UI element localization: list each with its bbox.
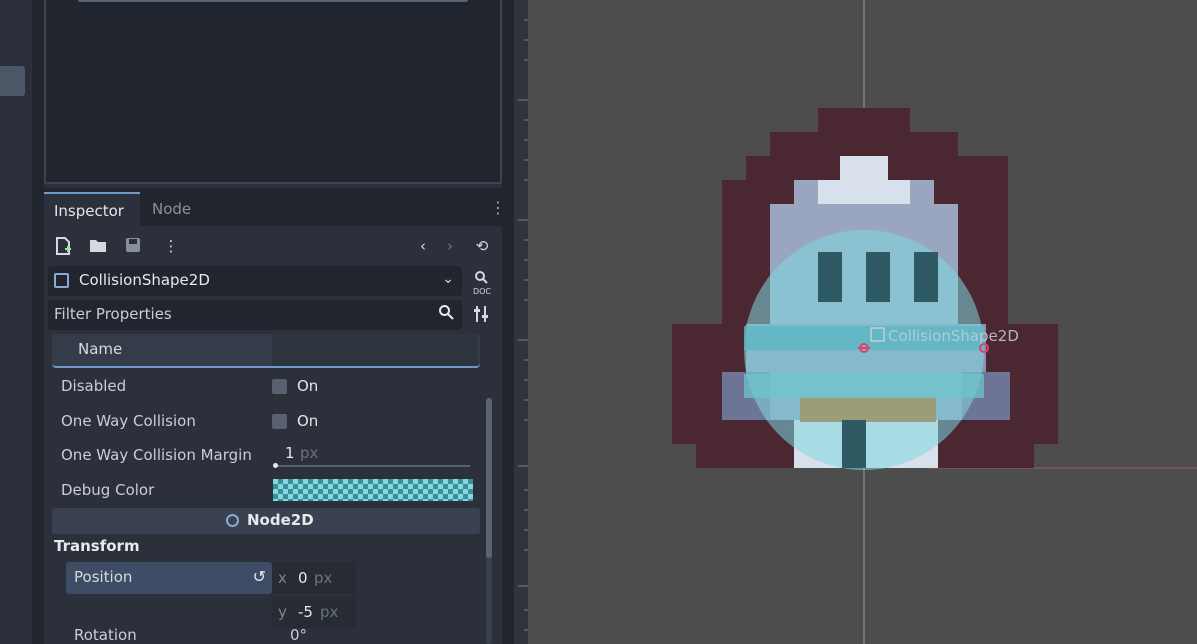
doc-help-icon[interactable]: DOC [472,270,492,296]
property-debug-color: Debug Color [52,474,480,508]
filter-placeholder: Filter Properties [54,305,172,323]
vertical-ruler [514,0,528,644]
disabled-value[interactable]: On [297,377,318,395]
scene-tree-scrollbar[interactable] [78,0,468,2]
property-tools-icon[interactable] [472,304,492,326]
rotation-number: 0 [290,626,300,644]
dock-tabs: Inspector Node ⋮ [44,188,506,226]
one-way-label: One Way Collision [61,412,196,430]
position-y-unit: px [320,603,339,621]
filter-properties-input[interactable]: Filter Properties [48,300,462,330]
one-way-checkbox[interactable] [272,414,287,429]
canvas-viewport[interactable]: CollisionShape2D [528,0,1197,644]
group-transform[interactable]: Transform [54,537,140,555]
rotation-unit: ° [299,626,308,644]
left-dock-tab[interactable] [0,66,25,96]
debug-color-swatch[interactable] [273,479,473,501]
open-folder-icon[interactable] [89,237,107,255]
shape-label: CollisionShape2D [888,327,1019,345]
tab-node[interactable]: Node [142,192,202,226]
dock-menu-icon[interactable]: ⋮ [490,198,506,218]
disabled-checkbox[interactable] [272,379,287,394]
forward-icon[interactable]: › [441,237,459,255]
margin-slider[interactable] [274,465,470,467]
reset-icon[interactable]: ↺ [253,567,266,586]
rotation-value[interactable]: 0° [290,626,307,644]
new-resource-icon[interactable] [54,237,72,255]
node2d-icon [226,514,239,527]
position-x-axis: x [278,569,287,587]
inspector-toolbar: ⋮ ‹ › ⟲ [44,228,502,264]
position-x-unit: px [314,569,333,587]
inspector-scrollbar-thumb[interactable] [486,398,492,558]
section-node2d[interactable]: Node2D [52,508,480,534]
node2d-label: Node2D [247,511,314,529]
margin-value[interactable]: 1 [285,444,295,462]
debug-color-label: Debug Color [61,481,155,499]
property-name-value[interactable] [272,334,478,366]
dock-gap [34,0,44,644]
position-y-field[interactable]: y -5 px [272,596,356,628]
inspector-panel: Inspector Node ⋮ ⋮ ‹ › ⟲ CollisionShape2… [44,188,506,644]
position-y-axis: y [278,603,287,621]
margin-unit: px [300,444,319,462]
position-x-value[interactable]: 0 [298,569,308,587]
rotation-label: Rotation [74,626,137,644]
save-icon[interactable] [124,237,142,255]
inspector-scrollbar[interactable] [486,398,492,644]
margin-slider-knob[interactable] [273,463,278,468]
property-name[interactable]: Name [52,334,480,368]
position-label: Position [74,568,133,586]
back-icon[interactable]: ‹ [414,237,432,255]
property-one-way-margin: One Way Collision Margin 1 px [52,439,480,473]
chevron-down-icon[interactable]: ⌄ [442,271,454,287]
margin-label: One Way Collision Margin [61,446,252,464]
property-disabled: Disabled On [52,370,480,404]
property-position[interactable]: Position ↺ [66,562,272,594]
search-icon [438,304,454,324]
object-selector[interactable]: CollisionShape2D ⌄ [48,266,462,296]
scene-tree-dock [44,0,502,184]
property-name-label: Name [78,340,123,358]
property-one-way-collision: One Way Collision On [52,405,480,439]
panel-separator[interactable] [502,0,514,644]
more-icon[interactable]: ⋮ [162,237,180,255]
viewport-canvas[interactable]: CollisionShape2D [528,0,1197,644]
disabled-label: Disabled [61,377,127,395]
object-type-icon [54,273,69,288]
property-list: Name Disabled On One Way Collision On On… [52,334,480,644]
one-way-value[interactable]: On [297,412,318,430]
history-icon[interactable]: ⟲ [473,237,491,255]
collision-shape[interactable] [744,230,984,470]
tab-inspector[interactable]: Inspector [44,192,140,226]
left-dock-strip [0,0,34,644]
position-y-value[interactable]: -5 [298,603,313,621]
object-name: CollisionShape2D [79,271,210,289]
position-x-field[interactable]: x 0 px [272,562,356,594]
